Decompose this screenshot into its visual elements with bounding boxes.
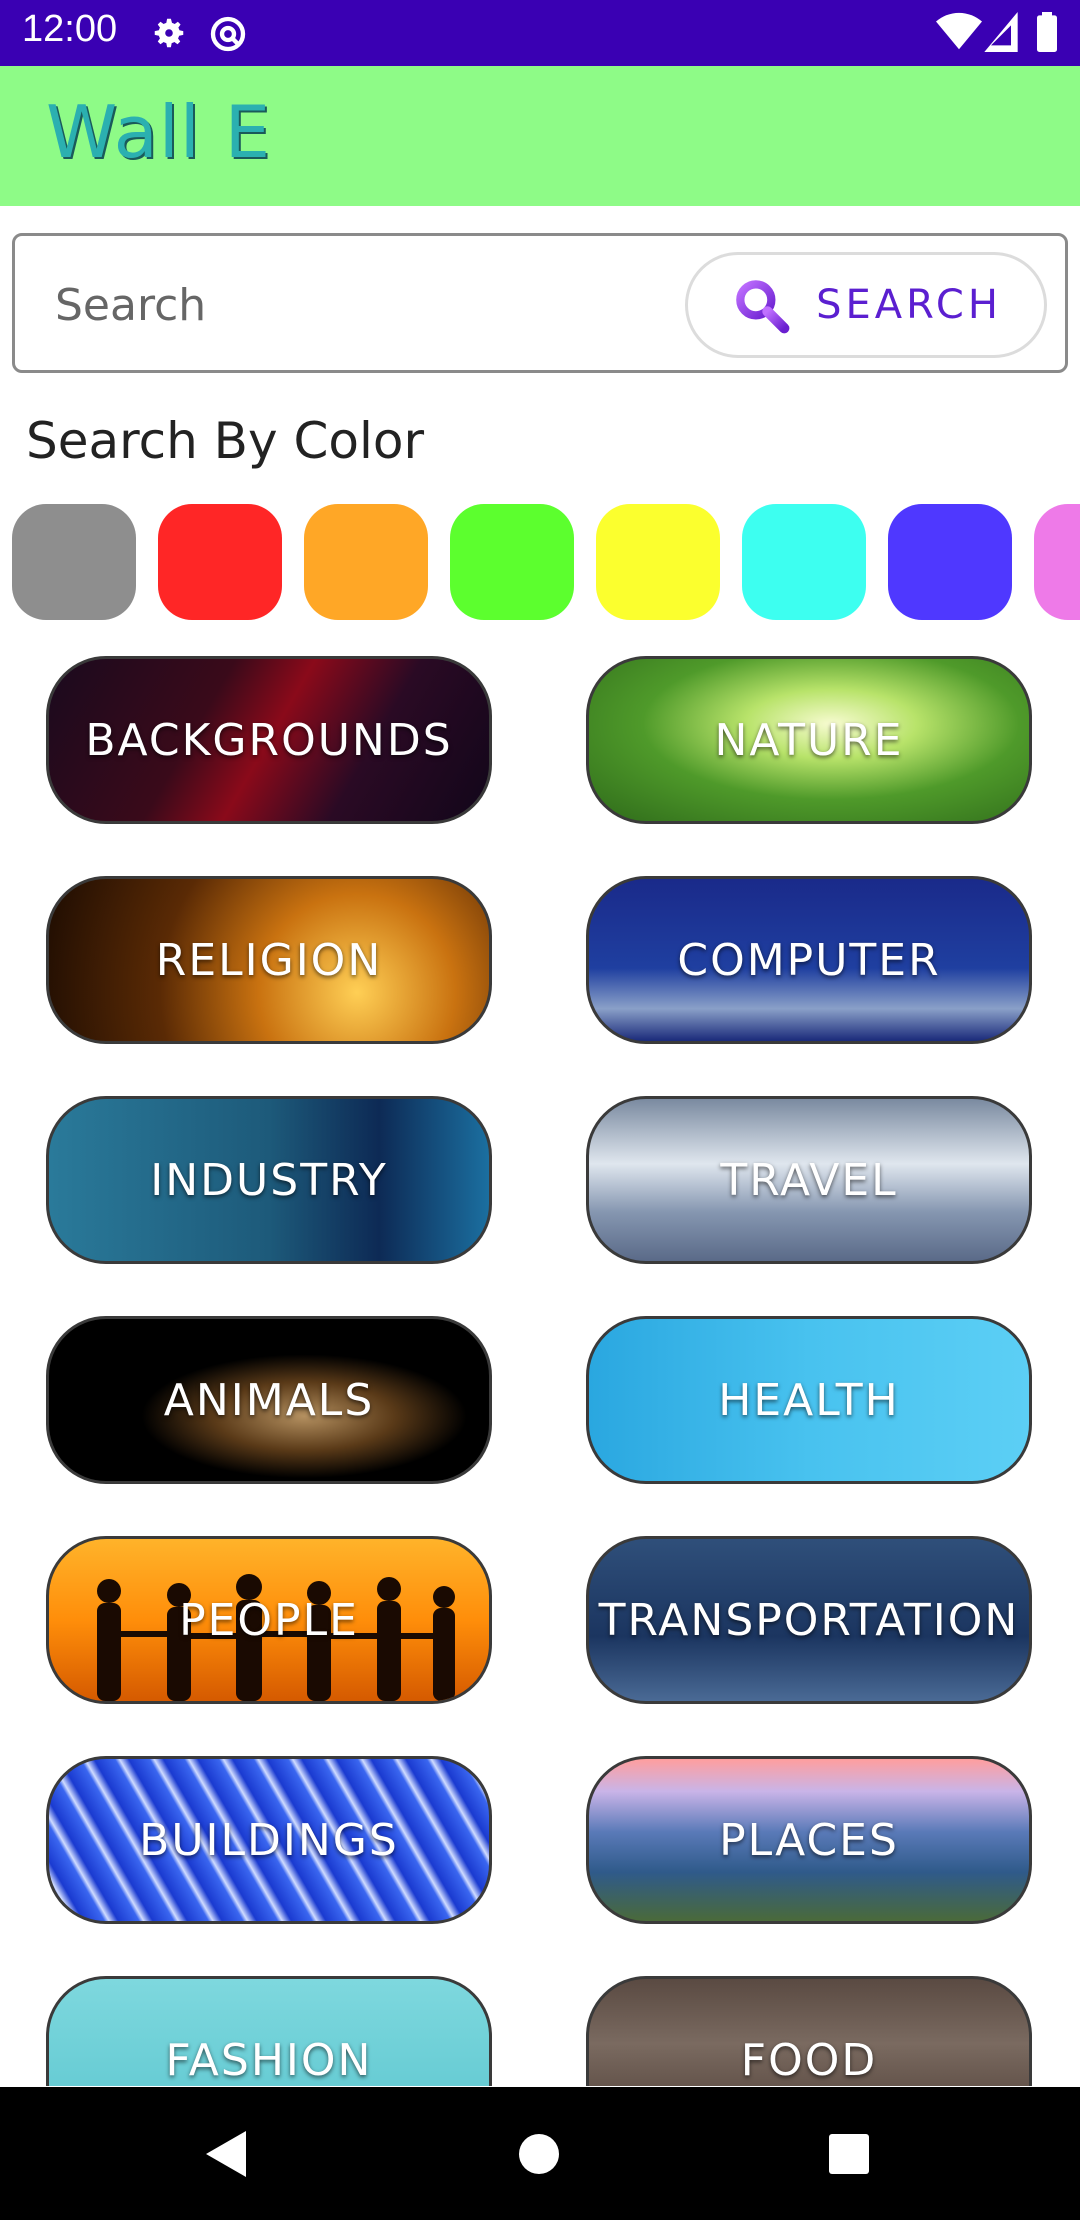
category-label: NATURE [714,714,904,766]
category-industry[interactable]: INDUSTRY [46,1096,492,1264]
swatch-orange[interactable] [304,504,428,620]
swatch-pink[interactable] [1034,504,1080,620]
category-label: FOOD [740,2034,878,2086]
category-health[interactable]: HEALTH [586,1316,1032,1484]
category-backgrounds[interactable]: BACKGROUNDS [46,656,492,824]
category-label: BUILDINGS [139,1814,399,1866]
status-bar: 12:00 [0,0,1080,66]
category-religion[interactable]: RELIGION [46,876,492,1044]
magnifier-icon [736,280,790,334]
category-label: FASHION [165,2034,373,2086]
category-animals[interactable]: ANIMALS [46,1316,492,1484]
category-label: COMPUTER [677,934,941,986]
category-label: HEALTH [718,1374,900,1426]
swatch-green[interactable] [450,504,574,620]
search-container: SEARCH [12,233,1068,373]
color-swatch-row[interactable] [0,504,1080,620]
category-computer[interactable]: COMPUTER [586,876,1032,1044]
search-button[interactable]: SEARCH [685,252,1047,358]
home-icon[interactable] [518,2133,560,2175]
category-label: INDUSTRY [150,1154,388,1206]
search-input[interactable] [55,270,655,340]
search-button-label: SEARCH [816,282,1002,328]
wifi-icon [936,12,982,50]
category-label: BACKGROUNDS [85,714,453,766]
category-label: TRAVEL [720,1154,898,1206]
swatch-yellow[interactable] [596,504,720,620]
color-section-title: Search By Color [26,412,424,470]
category-label: PLACES [719,1814,899,1866]
signal-icon [984,12,1018,52]
category-label: PEOPLE [179,1594,359,1646]
back-icon[interactable] [204,2129,248,2179]
navigation-bar [0,2087,1080,2220]
category-travel[interactable]: TRAVEL [586,1096,1032,1264]
category-people[interactable]: PEOPLE [46,1536,492,1704]
category-grid: BACKGROUNDS NATURE RELIGION COMPUTER IND… [0,656,1080,2086]
swatch-blue[interactable] [888,504,1012,620]
app-title: Wall E [46,90,272,174]
category-nature[interactable]: NATURE [586,656,1032,824]
status-time: 12:00 [22,8,118,50]
app-bar: Wall E [0,66,1080,206]
recents-icon[interactable] [828,2133,870,2175]
swatch-cyan[interactable] [742,504,866,620]
category-label: ANIMALS [163,1374,375,1426]
category-label: RELIGION [155,934,383,986]
category-fashion[interactable]: FASHION [46,1976,492,2086]
category-label: TRANSPORTATION [598,1594,1020,1646]
category-places[interactable]: PLACES [586,1756,1032,1924]
category-buildings[interactable]: BUILDINGS [46,1756,492,1924]
battery-icon [1037,12,1057,52]
category-food[interactable]: FOOD [586,1976,1032,2086]
swatch-gray[interactable] [12,504,136,620]
gear-icon [154,18,184,48]
category-transportation[interactable]: TRANSPORTATION [586,1536,1032,1704]
at-sign-icon [210,16,246,52]
swatch-red[interactable] [158,504,282,620]
